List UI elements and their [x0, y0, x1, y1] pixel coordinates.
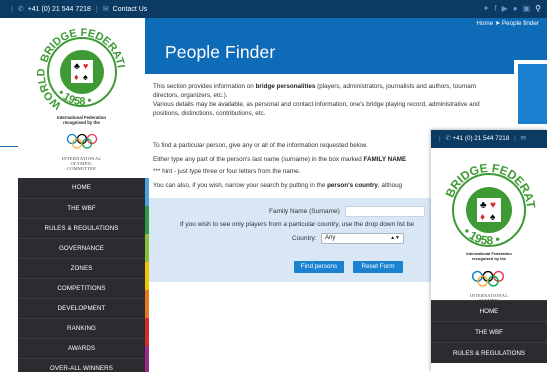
ioc-text: INTERNATIONAL OLYMPIC COMMITTEE [61, 156, 102, 171]
overlay-phone-number[interactable]: +41 (0) 21 544 7218 [452, 135, 509, 142]
family-name-input[interactable] [345, 206, 425, 217]
select-arrows-icon: ▲▼ [390, 235, 400, 241]
logo-area: BRIDGE FEDERATION WORLD • 1958 • ♣ ♥ ♦ ♠… [18, 18, 145, 178]
diamond-suit-icon: ♦ [74, 72, 79, 82]
family-name-label: Family Name (Surname) [269, 208, 340, 215]
phone-icon: ✆ [445, 135, 451, 142]
flickr-icon[interactable]: ● [513, 4, 518, 13]
divider: | [11, 5, 13, 13]
connector-line [0, 146, 18, 147]
country-label: Country: [292, 235, 317, 242]
spade-suit-icon: ♠ [83, 72, 88, 82]
facebook-icon[interactable]: f [494, 4, 496, 13]
overlay-nav-item-the-wbf[interactable]: THE WBF [431, 321, 547, 342]
reset-form-button[interactable]: Reset Form [353, 261, 403, 273]
mail-icon: ✉ [102, 6, 109, 13]
overlay-federation-text: International Federation recognised by t… [466, 251, 512, 261]
club-suit-icon: ♣ [480, 200, 487, 211]
arrow-circle-icon: ➤ [494, 20, 502, 27]
breadcrumb: Home ➤ People finder [476, 20, 539, 27]
twitter-icon[interactable]: ✦ [483, 4, 490, 13]
instructions-text: To find a particular person, give any or… [153, 142, 368, 149]
country-select[interactable]: Any ▲▼ [321, 233, 404, 244]
contact-us-link[interactable]: Contact Us [113, 6, 148, 13]
instagram-icon[interactable]: ▣ [523, 4, 531, 13]
overlay-blue-panel [514, 60, 547, 130]
nav-item-development[interactable]: DEVELOPMENT [18, 298, 145, 318]
nav-item-overall-winners[interactable]: OVER-ALL WINNERS [18, 358, 145, 372]
country-selected-value: Any [325, 235, 336, 241]
divider: | [514, 135, 516, 142]
logo-arc-left: WORLD [36, 68, 64, 111]
olympic-rings-icon [66, 133, 98, 149]
spade-suit-icon: ♠ [490, 212, 496, 223]
nav-item-home[interactable]: HOME [18, 178, 145, 198]
breadcrumb-current: People finder [501, 20, 539, 27]
find-persons-button[interactable]: Find persons [294, 261, 344, 273]
country-instruction: You can also, if you wish, narrow your s… [153, 182, 403, 189]
top-bar: | ✆ +41 (0) 21 544 7218 | ✉ Contact Us ✦… [0, 0, 547, 18]
nav-item-governance[interactable]: GOVERNANCE [18, 238, 145, 258]
heart-suit-icon: ♥ [83, 61, 88, 71]
olympic-rings-icon [471, 270, 505, 287]
overlay-nav-item-home[interactable]: HOME [431, 300, 547, 321]
club-suit-icon: ♣ [74, 61, 80, 71]
family-name-instruction: Either type any part of the person's las… [153, 156, 407, 163]
nav-item-awards[interactable]: AWARDS [18, 338, 145, 358]
overlay-wbf-logo[interactable]: BRIDGE FEDERATION • 1958 • ♣ ♥ ♦ ♠ [431, 148, 547, 248]
phone-icon: ✆ [17, 6, 24, 13]
search-icon[interactable]: ⚲ [535, 4, 541, 13]
breadcrumb-home[interactable]: Home [476, 20, 493, 27]
divider: | [439, 135, 441, 142]
heart-suit-icon: ♥ [490, 200, 496, 211]
sidebar-nav: HOME THE WBF RULES & REGULATIONS GOVERNA… [18, 178, 145, 372]
page-header: Home ➤ People finder People Finder [145, 18, 547, 74]
youtube-icon[interactable]: ▶ [502, 4, 508, 13]
intro-paragraph: This section provides information on bri… [153, 83, 477, 90]
intro-line-2: directors, organizers, etc.). [153, 92, 228, 99]
overlay-top-bar: | ✆ +41 (0) 21 544 7218 | ✉ [431, 130, 547, 148]
mail-icon: ✉ [520, 135, 526, 142]
nav-item-zones[interactable]: ZONES [18, 258, 145, 278]
intro-line-4: positions, distinctions, contributions, … [153, 110, 266, 117]
intro-line-3: Various details may be available, as per… [153, 101, 480, 108]
overlay-window: | ✆ +41 (0) 21 544 7218 | ✉ BRIDGE FEDER… [431, 130, 547, 372]
overlay-nav-item-rules-regulations[interactable]: RULES & REGULATIONS [431, 342, 547, 363]
divider: | [95, 5, 98, 13]
page-title: People Finder [165, 42, 276, 62]
social-icons: ✦ f ▶ ● ▣ ⚲ [483, 4, 541, 13]
country-hint-text: If you wish to see only players from a p… [180, 221, 414, 228]
sidebar: BRIDGE FEDERATION WORLD • 1958 • ♣ ♥ ♦ ♠… [18, 18, 145, 372]
nav-item-the-wbf[interactable]: THE WBF [18, 198, 145, 218]
federation-text: International Federation recognised by t… [57, 115, 106, 125]
nav-item-competitions[interactable]: COMPETITIONS [18, 278, 145, 298]
wbf-logo[interactable]: BRIDGE FEDERATION WORLD • 1958 • ♣ ♥ ♦ ♠ [18, 18, 145, 114]
phone-number[interactable]: +41 (0) 21 544 7218 [28, 6, 91, 13]
nav-item-ranking[interactable]: RANKING [18, 318, 145, 338]
diamond-suit-icon: ♦ [480, 212, 485, 223]
overlay-sidebar-nav: HOME THE WBF RULES & REGULATIONS [431, 300, 547, 363]
nav-item-rules-regulations[interactable]: RULES & REGULATIONS [18, 218, 145, 238]
hint-text: *** hint - just type three or four lette… [153, 168, 301, 175]
